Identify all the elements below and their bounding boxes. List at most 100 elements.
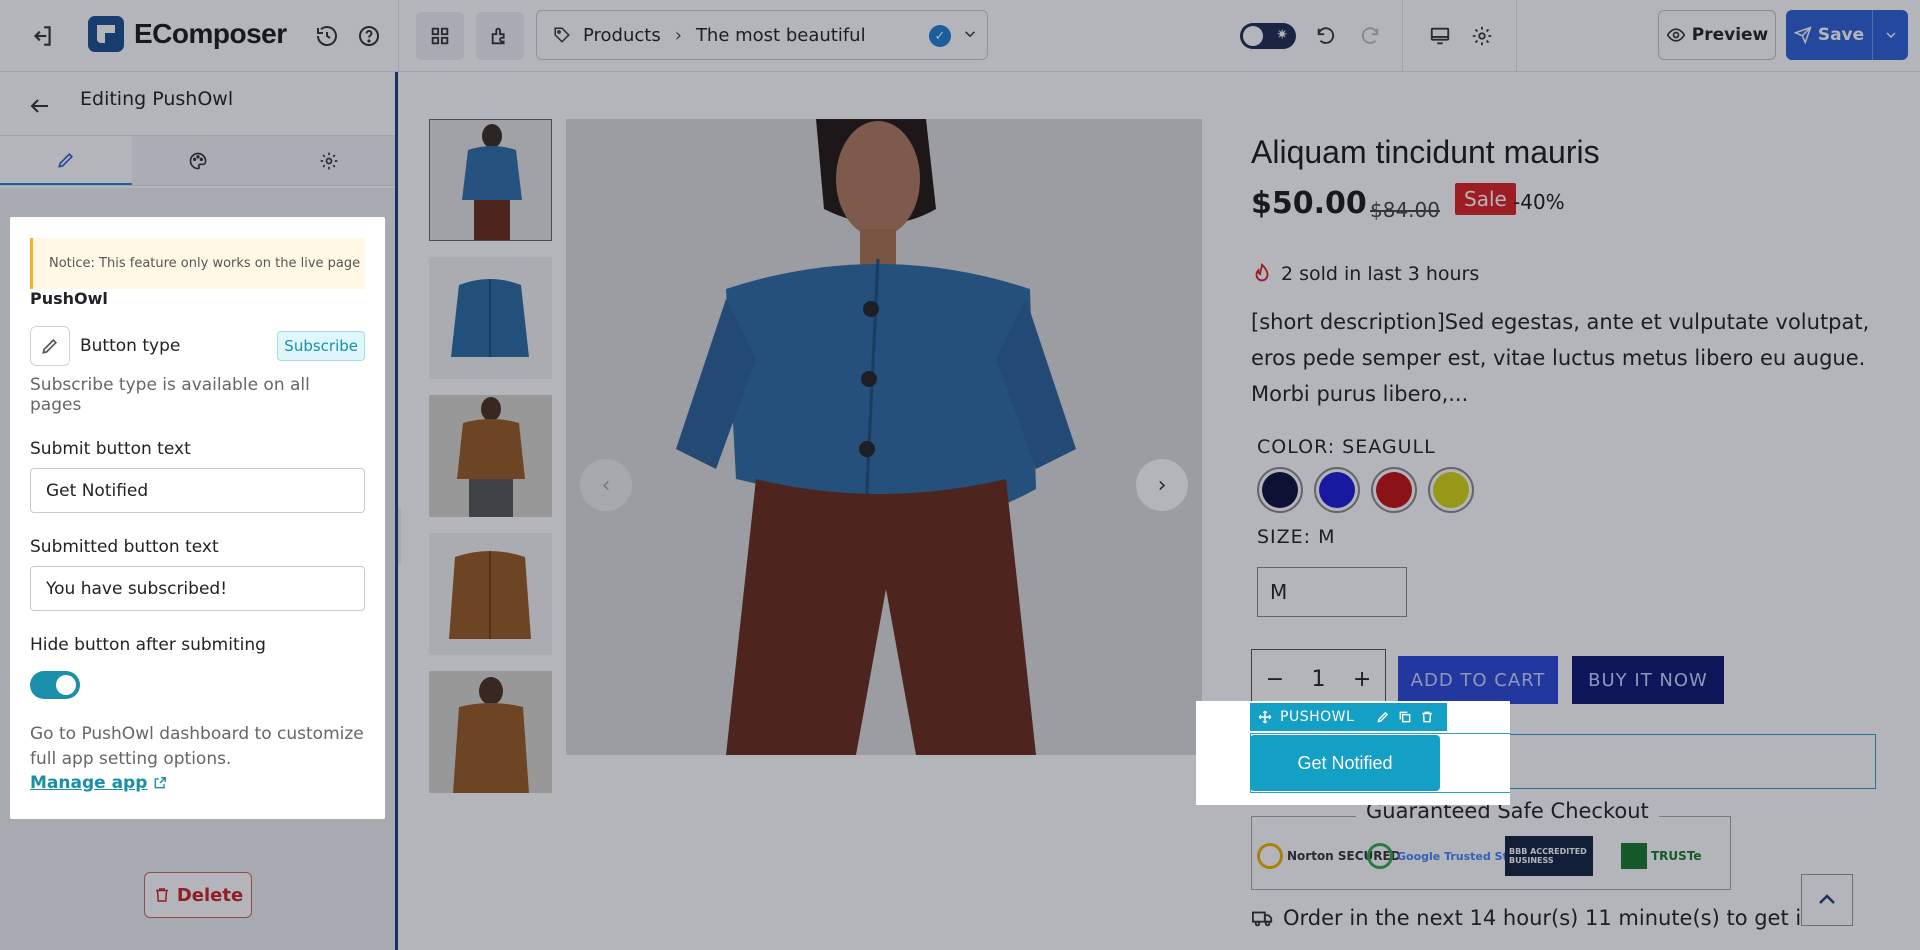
page-canvas: ‹ › Aliquam tincidunt mauris $50.00 $84.… [401, 72, 1920, 950]
bbb-badge: BBB ACCREDITED BUSINESS [1505, 836, 1593, 876]
pushowl-widget: PUSHOWL Get Notified [1196, 701, 1510, 805]
swatch-fill [1433, 472, 1469, 508]
dark-mode-toggle[interactable]: ✷ [1240, 23, 1296, 49]
puzzle-icon [491, 27, 505, 45]
color-swatch[interactable] [1428, 467, 1474, 513]
quantity-stepper[interactable]: − 1 + [1251, 649, 1386, 709]
sidebar-header: Editing PushOwl [0, 72, 395, 136]
get-notified-button[interactable]: Get Notified [1250, 735, 1440, 791]
product-thumbnail[interactable] [429, 119, 552, 241]
chevron-down-icon[interactable] [961, 25, 979, 48]
product-main-image[interactable]: ‹ › [566, 119, 1202, 755]
save-options-button[interactable] [1872, 10, 1908, 60]
hide-after-submit-toggle[interactable] [30, 671, 80, 699]
history-icon[interactable] [311, 20, 343, 52]
chevron-right-icon: › [674, 24, 682, 46]
app-name: EComposer [134, 18, 287, 49]
send-icon [1793, 26, 1812, 44]
truste-badge: TRUSTe [1621, 836, 1702, 876]
minus-icon[interactable]: − [1266, 667, 1284, 692]
product-thumbnail[interactable] [429, 533, 552, 655]
badge-bbb: BBB ACCREDITED BUSINESS [1509, 847, 1587, 865]
elements-button[interactable] [416, 12, 464, 60]
sold-text: 2 sold in last 3 hours [1281, 263, 1480, 285]
delete-button[interactable]: Delete [144, 872, 252, 918]
truck-icon [1252, 911, 1273, 927]
manage-app-label: Manage app [30, 773, 148, 793]
tab-style[interactable] [132, 136, 264, 185]
add-to-cart-button[interactable]: ADD TO CART [1398, 656, 1558, 704]
product-thumbnail[interactable] [429, 671, 552, 793]
delete-label: Delete [176, 884, 244, 906]
tab-content[interactable] [0, 136, 132, 185]
help-icon[interactable] [353, 20, 385, 52]
button-type-row[interactable]: Button type Subscribe [30, 326, 365, 366]
buy-now-button[interactable]: BUY IT NOW [1572, 656, 1724, 704]
color-label: COLOR: SEAGULL [1257, 436, 1436, 458]
desktop-view-icon[interactable] [1424, 20, 1456, 52]
button-type-hint: Subscribe type is available on all pages [30, 375, 310, 415]
tab-settings[interactable] [263, 136, 395, 185]
order-text: Order in the next 14 hour(s) 11 minute(s… [1283, 906, 1810, 930]
exit-icon[interactable] [26, 20, 58, 52]
undo-icon[interactable] [1310, 20, 1342, 52]
logo-icon [88, 16, 124, 52]
toggle-knob [56, 675, 76, 695]
product-thumbnail[interactable] [429, 257, 552, 379]
quantity-value: 1 [1311, 666, 1326, 692]
redo-icon[interactable] [1354, 20, 1386, 52]
submit-text-input[interactable] [30, 468, 365, 513]
badge-truste: TRUSTe [1651, 849, 1702, 863]
element-name: PUSHOWL [1280, 709, 1355, 725]
move-icon[interactable] [1258, 710, 1272, 724]
prev-image-button[interactable]: ‹ [580, 459, 632, 511]
button-type-label: Button type [80, 336, 181, 356]
next-image-button[interactable]: › [1136, 459, 1188, 511]
sidebar-title: Editing PushOwl [80, 88, 234, 110]
page-selector[interactable]: Products › The most beautiful ✓ [536, 10, 988, 60]
compare-price: $84.00 [1370, 198, 1440, 222]
trash-icon [155, 888, 168, 902]
published-check-icon: ✓ [929, 25, 951, 47]
save-label: Save [1817, 25, 1865, 45]
save-button[interactable]: Save [1786, 10, 1908, 60]
settings-icon[interactable] [1466, 20, 1498, 52]
breadcrumb-products[interactable]: Products [583, 25, 661, 46]
edit-icon[interactable] [1376, 710, 1390, 724]
top-toolbar: EComposer Products › The most beautiful … [0, 0, 1920, 72]
submitted-text-label: Submitted button text [30, 537, 219, 557]
color-swatch[interactable] [1257, 467, 1303, 513]
size-label: SIZE: M [1257, 526, 1336, 548]
preview-button[interactable]: Preview [1658, 10, 1776, 60]
save-main[interactable]: Save [1786, 10, 1872, 60]
norton-check-icon [1257, 843, 1283, 869]
app-logo: EComposer [88, 16, 287, 52]
size-select[interactable]: M [1257, 567, 1407, 617]
plus-icon[interactable]: + [1353, 667, 1371, 692]
duplicate-icon[interactable] [1398, 710, 1412, 724]
hide-after-submit-label: Hide button after submiting [30, 635, 266, 655]
product-thumbnail[interactable] [429, 395, 552, 517]
trash-icon[interactable] [1420, 710, 1434, 724]
chevron-up-icon [1819, 894, 1835, 904]
scroll-to-top-button[interactable] [1801, 874, 1853, 926]
external-link-icon [154, 777, 167, 789]
tag-icon [553, 26, 571, 44]
color-swatch[interactable] [1371, 467, 1417, 513]
button-type-value[interactable]: Subscribe [277, 331, 365, 361]
size-value: M [1270, 580, 1288, 604]
notice-banner: Notice: This feature only works on the l… [30, 238, 365, 289]
eye-icon [1666, 28, 1686, 42]
color-swatch[interactable] [1314, 467, 1360, 513]
breadcrumb-page[interactable]: The most beautiful [696, 25, 866, 46]
back-arrow-icon[interactable] [28, 94, 52, 123]
pencil-icon [58, 152, 73, 168]
pencil-icon[interactable] [30, 326, 70, 366]
apps-button[interactable] [476, 12, 524, 60]
submitted-text-input[interactable] [30, 566, 365, 611]
delivery-notice: Order in the next 14 hour(s) 11 minute(s… [1251, 906, 1809, 930]
preview-label: Preview [1691, 25, 1769, 45]
manage-app-link[interactable]: Manage app [30, 773, 167, 793]
dashboard-info: Go to PushOwl dashboard to customize ful… [30, 724, 364, 769]
divider [398, 0, 399, 72]
